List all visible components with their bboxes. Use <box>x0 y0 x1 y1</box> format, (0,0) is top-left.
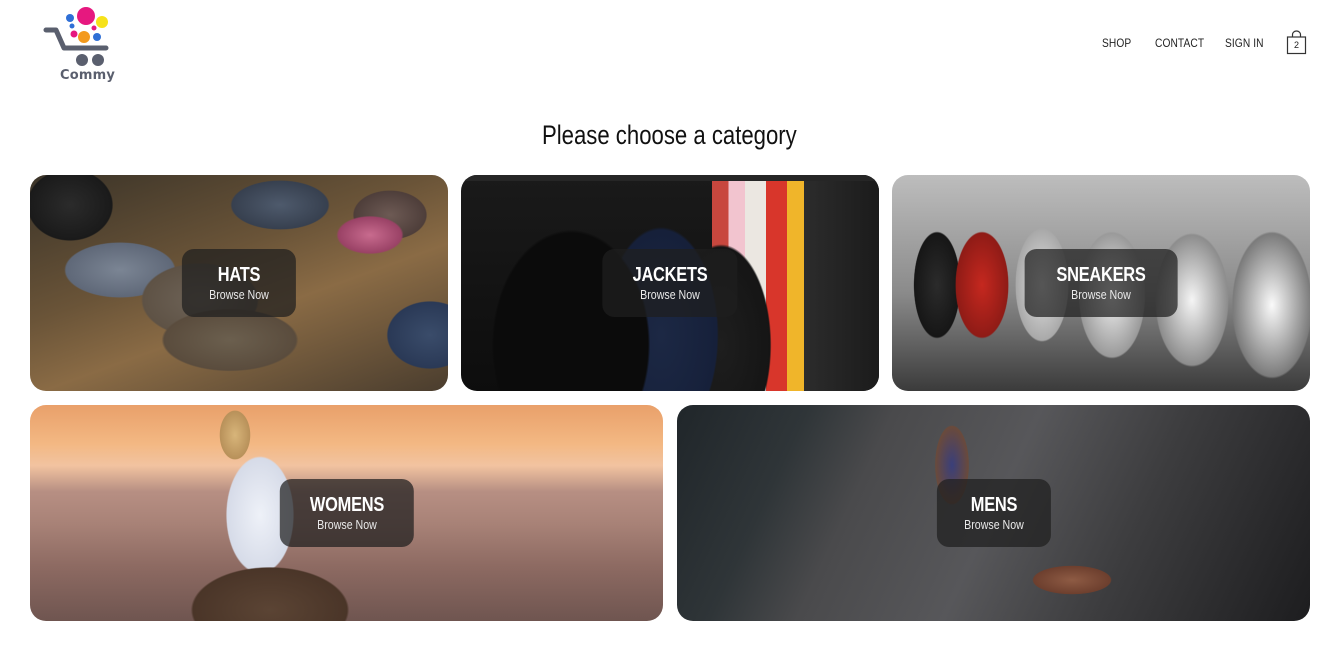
category-tile-jackets[interactable]: JACKETS Browse Now <box>461 175 879 391</box>
browse-now-link[interactable]: Browse Now <box>964 517 1024 533</box>
category-caption[interactable]: SNEAKERS Browse Now <box>1024 249 1178 317</box>
page-title: Please choose a category <box>542 120 797 150</box>
category-caption[interactable]: MENS Browse Now <box>936 479 1051 547</box>
browse-now-link[interactable]: Browse Now <box>308 517 385 533</box>
site-header: Commy SHOP CONTACT SIGN IN 2 <box>0 0 1339 95</box>
browse-now-link[interactable]: Browse Now <box>631 287 709 303</box>
category-caption[interactable]: HATS Browse Now <box>181 249 297 317</box>
brand-logo[interactable]: Commy <box>42 4 124 86</box>
category-name: WOMENS <box>309 494 384 516</box>
browse-now-link[interactable]: Browse Now <box>209 287 269 303</box>
nav-shop-link[interactable]: SHOP <box>1102 36 1131 50</box>
nav-contact-link[interactable]: CONTACT <box>1155 36 1204 50</box>
category-caption[interactable]: JACKETS Browse Now <box>602 249 738 317</box>
browse-now-link[interactable]: Browse Now <box>1055 287 1147 303</box>
category-name: SNEAKERS <box>1056 264 1146 286</box>
category-tile-sneakers[interactable]: SNEAKERS Browse Now <box>892 175 1310 391</box>
category-name: MENS <box>970 494 1017 516</box>
cart-item-count: 2 <box>1293 40 1299 50</box>
category-name: HATS <box>217 264 261 286</box>
category-tile-mens[interactable]: MENS Browse Now <box>677 405 1310 621</box>
brand-name: Commy <box>60 68 116 83</box>
category-tile-womens[interactable]: WOMENS Browse Now <box>30 405 663 621</box>
category-tile-hats[interactable]: HATS Browse Now <box>30 175 448 391</box>
category-name: JACKETS <box>632 264 708 286</box>
nav-sign-in-link[interactable]: SIGN IN <box>1225 36 1264 50</box>
category-caption[interactable]: WOMENS Browse Now <box>279 479 414 547</box>
cart-button[interactable]: 2 <box>1286 30 1307 55</box>
